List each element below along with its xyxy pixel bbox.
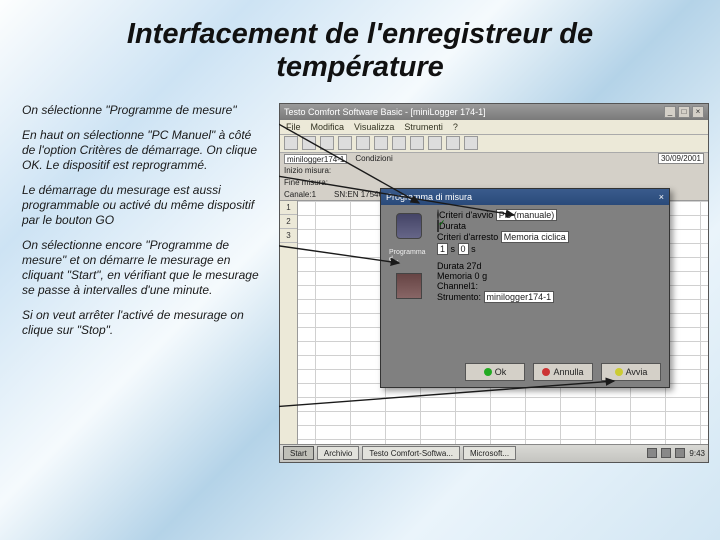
dialog-close-button[interactable]: ×	[659, 192, 664, 202]
val-0-field[interactable]: 0	[458, 243, 469, 255]
toolbar-btn-7[interactable]	[392, 136, 406, 150]
minimize-button[interactable]: _	[664, 106, 676, 118]
row-headers: 1 2 3	[280, 201, 298, 444]
conditions-label: Condizioni	[355, 154, 392, 163]
tray-icon-3[interactable]	[675, 448, 685, 458]
taskbar: Start Archivio Testo Comfort-Softwa... M…	[280, 444, 708, 462]
row-head-3: 3	[280, 229, 297, 243]
doc-date: 30/09/2001	[658, 153, 704, 164]
start-icon	[615, 368, 623, 376]
toolbar-btn-8[interactable]	[410, 136, 424, 150]
channel-label: Canale:1	[284, 190, 316, 199]
end-measure-label: Fine misura:	[284, 178, 328, 187]
slide-title: Interfacement de l'enregistreur de tempé…	[22, 18, 698, 85]
toolbar-btn-10[interactable]	[446, 136, 460, 150]
dialog-options: Criteri d'avvio PC (manuale) Durata Crit…	[437, 209, 661, 353]
tools-icon[interactable]	[396, 273, 422, 299]
channel1-label: Channel1:	[437, 281, 478, 291]
unit-s-2: s	[471, 244, 476, 254]
instruction-5: Si on veut arrêter l'activé de mesurage …	[22, 308, 267, 338]
memoria-unit: g	[482, 271, 487, 281]
memoria-value: 0	[475, 271, 480, 281]
ok-label: Ok	[495, 367, 507, 377]
doc-name-field[interactable]: minilogger174-1	[284, 154, 347, 164]
row-head-2: 2	[280, 215, 297, 229]
menu-file[interactable]: File	[286, 122, 301, 132]
screenshot-area: Testo Comfort Software Basic - [miniLogg…	[279, 103, 709, 463]
start-button[interactable]: Avvia	[601, 363, 661, 381]
cancel-label: Annulla	[553, 367, 583, 377]
close-button[interactable]: ×	[692, 106, 704, 118]
app-window: Testo Comfort Software Basic - [miniLogg…	[279, 103, 709, 463]
row-head-1: 1	[280, 201, 297, 215]
cancel-icon	[542, 368, 550, 376]
task-ms-label: Microsoft...	[470, 449, 509, 458]
memoria-label: Memoria	[437, 271, 472, 281]
toolbar-btn-3[interactable]	[320, 136, 334, 150]
toolbar-btn-5[interactable]	[356, 136, 370, 150]
instruction-1: On sélectionne "Programme de mesure"	[22, 103, 267, 118]
unit-s-1: s	[451, 244, 456, 254]
strumento-label: Strumento:	[437, 292, 481, 302]
dialog-button-row: Ok Annulla Avvia	[465, 363, 661, 381]
toolbar-btn-9[interactable]	[428, 136, 442, 150]
app-title: Testo Comfort Software Basic - [miniLogg…	[284, 107, 486, 117]
task-app[interactable]: Testo Comfort-Softwa...	[362, 446, 460, 460]
task-ms[interactable]: Microsoft...	[463, 446, 516, 460]
durata-checkbox[interactable]	[437, 220, 439, 232]
start-label-tb: Start	[290, 449, 307, 458]
start-label: Avvia	[626, 367, 648, 377]
val-1-field[interactable]: 1	[437, 243, 448, 255]
archivio-label: Archivio	[324, 449, 352, 458]
ok-icon	[484, 368, 492, 376]
tray-icon-1[interactable]	[647, 448, 657, 458]
start-criteria-select[interactable]: PC (manuale)	[496, 209, 558, 221]
durata-value: 27d	[467, 261, 482, 271]
start-measure-label: Inizio misura:	[284, 166, 331, 175]
instruction-4: On sélectionne encore "Programme de mesu…	[22, 238, 267, 298]
menu-help[interactable]: ?	[453, 122, 458, 132]
menu-view[interactable]: Visualizza	[354, 122, 394, 132]
measure-program-dialog: Programma di misura × Programma d... Cri…	[380, 188, 670, 388]
stop-criteria-select[interactable]: Memoria ciclica	[501, 231, 569, 243]
strumento-select[interactable]: minilogger174-1	[484, 291, 555, 303]
ok-button[interactable]: Ok	[465, 363, 525, 381]
tray-icon-2[interactable]	[661, 448, 671, 458]
start-criteria-label: Criteri d'avvio	[439, 210, 493, 220]
clock-icon[interactable]	[396, 213, 422, 239]
dialog-titlebar: Programma di misura ×	[381, 189, 669, 205]
menu-tools[interactable]: Strumenti	[404, 122, 443, 132]
maximize-button[interactable]: □	[678, 106, 690, 118]
durata-text: Durata	[437, 261, 464, 271]
stop-criteria-label: Criteri d'arresto	[437, 232, 498, 242]
app-titlebar: Testo Comfort Software Basic - [miniLogg…	[280, 104, 708, 120]
menu-bar: File Modifica Visualizza Strumenti ?	[280, 120, 708, 135]
cancel-button[interactable]: Annulla	[533, 363, 593, 381]
toolbar-btn-11[interactable]	[464, 136, 478, 150]
instruction-3: Le démarrage du mesurage est aussi progr…	[22, 183, 267, 228]
start-button-tb[interactable]: Start	[283, 446, 314, 460]
menu-edit[interactable]: Modifica	[311, 122, 345, 132]
system-tray: 9:43	[647, 448, 705, 458]
toolbar-btn-1[interactable]	[284, 136, 298, 150]
clock: 9:43	[689, 449, 705, 458]
task-archivio[interactable]: Archivio	[317, 446, 359, 460]
dialog-icon-column: Programma d...	[389, 209, 429, 353]
toolbar	[280, 135, 708, 153]
toolbar-btn-2[interactable]	[302, 136, 316, 150]
program-icon-label: Programma d...	[389, 249, 429, 263]
dialog-title: Programma di misura	[386, 192, 472, 202]
toolbar-btn-4[interactable]	[338, 136, 352, 150]
task-app-label: Testo Comfort-Softwa...	[369, 449, 453, 458]
instruction-2: En haut on sélectionne "PC Manuel" à côt…	[22, 128, 267, 173]
toolbar-btn-6[interactable]	[374, 136, 388, 150]
instruction-column: On sélectionne "Programme de mesure" En …	[22, 103, 267, 463]
